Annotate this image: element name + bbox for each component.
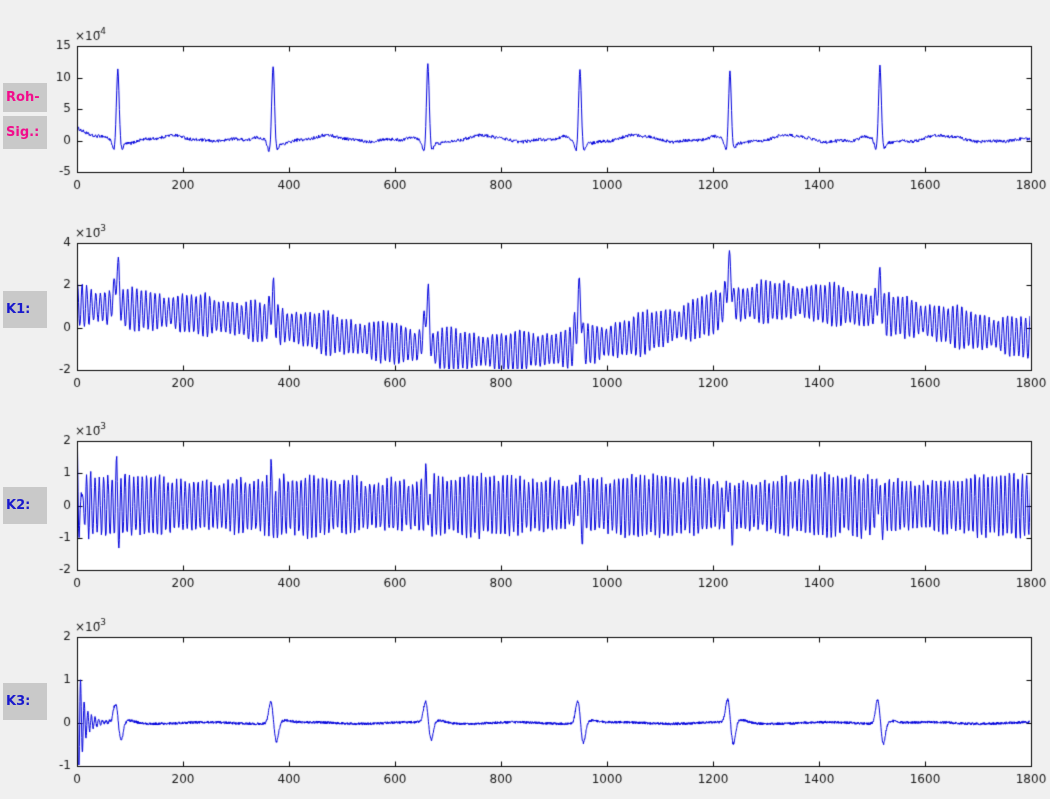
row-label-roh-text: Roh- bbox=[6, 90, 40, 105]
row-label-k1-text: K1: bbox=[6, 302, 30, 317]
row-label-roh: Roh- bbox=[3, 83, 47, 112]
matlab-figure: Roh- Sig.: K1: K2: K3: bbox=[0, 0, 1050, 799]
row-label-k1: K1: bbox=[3, 291, 47, 328]
signal-plots-canvas bbox=[0, 0, 1050, 799]
row-label-k2: K2: bbox=[3, 487, 47, 524]
row-label-k3-text: K3: bbox=[6, 694, 30, 709]
row-label-sig: Sig.: bbox=[3, 116, 47, 149]
row-label-sig-text: Sig.: bbox=[6, 125, 39, 140]
row-label-k3: K3: bbox=[3, 683, 47, 720]
row-label-k2-text: K2: bbox=[6, 498, 30, 513]
